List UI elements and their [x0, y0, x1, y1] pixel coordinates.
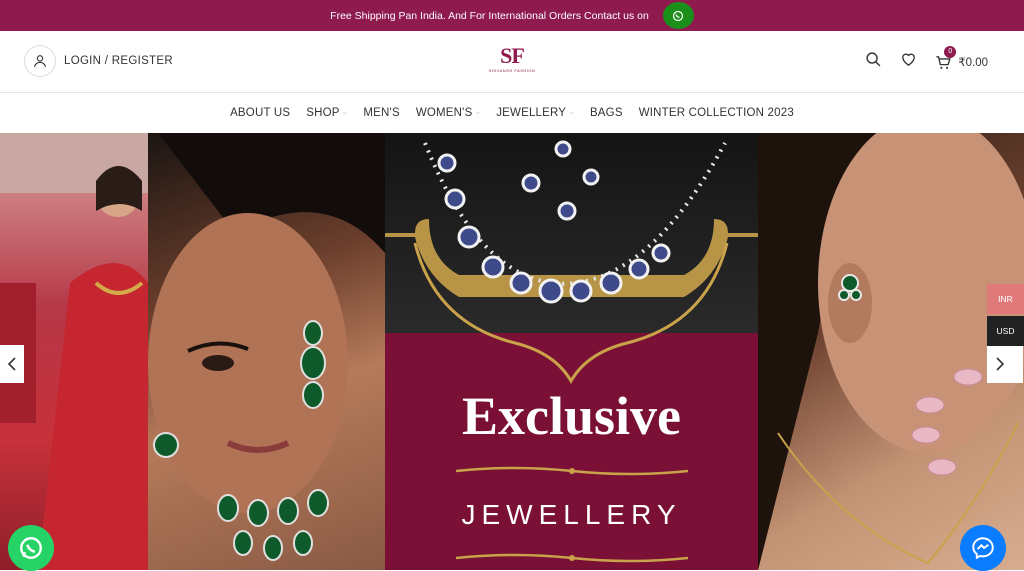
search-icon[interactable] [865, 51, 882, 73]
nav-item-winter-collection[interactable]: WINTER COLLECTION 2023 [639, 107, 794, 119]
user-icon [24, 45, 56, 77]
cart-count-badge: 0 [944, 45, 957, 58]
hero-slider: Exclusive JEWELLERY INR USD [0, 133, 1024, 570]
whatsapp-icon[interactable] [662, 2, 694, 29]
nav-item-shop[interactable]: SHOP ⌵ [306, 107, 347, 119]
gold-flourish-bottom [456, 553, 688, 563]
gold-flourish-top [456, 466, 688, 476]
whatsapp-icon [20, 537, 42, 559]
messenger-icon [972, 537, 994, 560]
login-register-label: LOGIN / REGISTER [64, 55, 173, 67]
logo-mark: SF [500, 43, 525, 68]
main-navigation: ABOUT US SHOP ⌵ MEN'S WOMEN'S ⌵ JEWELLERY ⌵… [0, 93, 1024, 133]
currency-inr-button[interactable]: INR [987, 284, 1024, 314]
slider-next-button[interactable] [987, 345, 1023, 383]
whatsapp-chat-button[interactable] [8, 525, 54, 571]
currency-usd-button[interactable]: USD [987, 316, 1024, 346]
nav-item-about-us[interactable]: ABOUT US [230, 107, 290, 119]
hero-subheadline: JEWELLERY [461, 499, 682, 530]
nav-item-mens[interactable]: MEN'S [363, 107, 399, 119]
chevron-down-icon: ⌵ [342, 109, 348, 116]
heart-icon[interactable] [900, 51, 917, 73]
chevron-left-icon [7, 357, 16, 371]
chevron-down-icon: ⌵ [475, 109, 481, 116]
logo-subtext: SHIVANSH FASHION [488, 68, 536, 73]
site-header: LOGIN / REGISTER SF SHIVANSH FASHION 0 ₹… [0, 31, 1024, 93]
hero-headline: Exclusive [461, 386, 681, 446]
site-logo[interactable]: SF SHIVANSH FASHION [482, 45, 542, 79]
hero-image-emerald-earrings[interactable] [148, 133, 385, 570]
announcement-text: Free Shipping Pan India. And For Interna… [330, 9, 649, 22]
chevron-down-icon: ⌵ [569, 109, 574, 116]
cart-button[interactable]: 0 ₹0.00 [935, 45, 988, 71]
chevron-right-icon [996, 357, 1005, 371]
login-register-link[interactable]: LOGIN / REGISTER [24, 45, 173, 77]
messenger-chat-button[interactable] [960, 525, 1006, 571]
nav-item-bags[interactable]: BAGS [590, 107, 623, 119]
top-announcement-bar: Free Shipping Pan India. And For Interna… [0, 0, 1024, 31]
nav-item-womens[interactable]: WOMEN'S ⌵ [416, 107, 480, 119]
hero-image-pendant-earrings[interactable] [758, 133, 1024, 570]
slider-prev-button[interactable] [0, 345, 24, 383]
cart-total: ₹0.00 [958, 57, 988, 69]
header-icons: 0 ₹0.00 [865, 45, 988, 73]
nav-item-jewellery[interactable]: JEWELLERY ⌵ [496, 107, 574, 119]
